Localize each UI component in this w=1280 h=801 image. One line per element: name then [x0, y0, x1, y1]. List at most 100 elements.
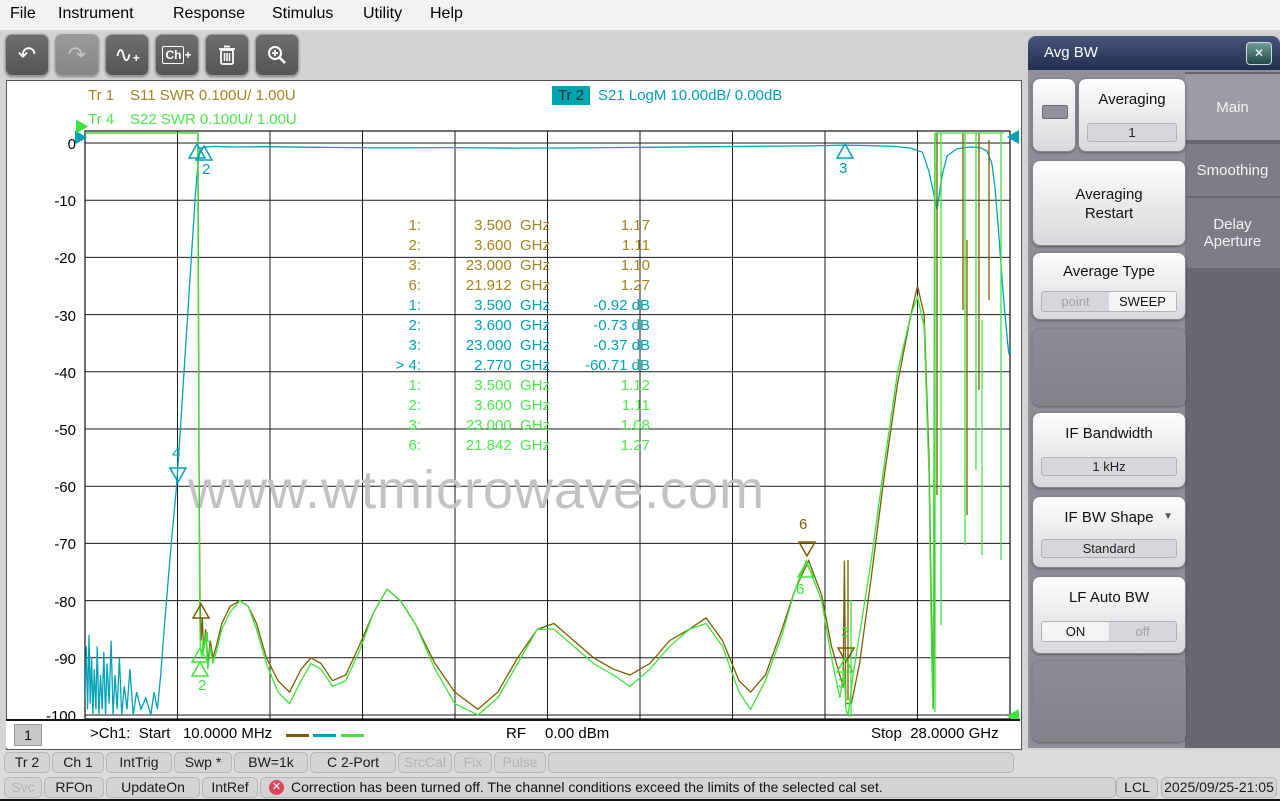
status-error-message: ✕ Correction has been turned off. The ch… [260, 777, 1116, 798]
channel-badge[interactable]: 1 [14, 724, 42, 746]
redo-icon: ↷ [67, 42, 87, 67]
averaging-restart-button[interactable]: Averaging Restart [1032, 160, 1186, 246]
status-channel[interactable]: Ch 1 [52, 752, 104, 773]
trace2-id-selected[interactable]: Tr 2 [552, 86, 590, 105]
menu-instrument[interactable]: Instrument [58, 5, 134, 23]
y-axis-label-0: 0 [67, 136, 76, 153]
panel-title: Avg BW [1044, 44, 1098, 61]
add-trace-icon: ∿+ [114, 42, 140, 67]
trace4-label: S22 SWR 0.100U/ 1.00U [130, 111, 297, 128]
add-channel-icon: Ch [162, 46, 185, 64]
lf-auto-bw-label: LF Auto BW [1068, 589, 1150, 606]
status-srccal[interactable]: SrcCal [398, 752, 452, 773]
trace1-label: S11 SWR 0.100U/ 1.00U [130, 87, 296, 104]
y-axis-label-40: -40 [54, 365, 76, 382]
status-spare [548, 752, 1014, 773]
status-svc[interactable]: Svc [4, 777, 42, 798]
status-ifbw[interactable]: BW=1k [234, 752, 308, 773]
averaging-label: Averaging [1098, 91, 1166, 108]
y-axis-label-10: -10 [54, 193, 76, 210]
trace1-id[interactable]: Tr 1 [88, 87, 114, 104]
channel-footer: 1 >Ch1: Start 10.0000 MHz RF 0.00 dBm St… [6, 719, 1020, 748]
tab-smoothing[interactable]: Smoothing [1185, 144, 1280, 196]
status-timestamp: 2025/09/25-21:05 [1161, 777, 1277, 798]
delete-trace-button[interactable] [205, 34, 249, 76]
status-lcl[interactable]: LCL [1116, 777, 1158, 798]
marker-readout-row-active: > 4: 2.770 GHz -60.71 dB [395, 357, 650, 374]
averaging-led-indicator [1042, 105, 1068, 119]
marker-readout-row: 1: 3.500 GHz 1.12 [408, 377, 650, 394]
add-trace-button[interactable]: ∿+ [105, 34, 149, 76]
status-intref[interactable]: IntRef [202, 777, 258, 798]
if-bandwidth-label: IF Bandwidth [1065, 425, 1153, 442]
y-axis-label-70: -70 [54, 536, 76, 553]
trace4-id[interactable]: Tr 4 [88, 111, 114, 128]
panel-tab-column: Main Smoothing Delay Aperture [1185, 72, 1280, 748]
menu-help[interactable]: Help [430, 5, 463, 23]
tab-delay-aperture[interactable]: Delay Aperture [1185, 198, 1280, 268]
status-updateon[interactable]: UpdateOn [106, 777, 200, 798]
panel-body: Main Smoothing Delay Aperture Averaging … [1028, 70, 1280, 748]
panel-title-bar[interactable]: Avg BW ✕ [1028, 36, 1280, 70]
marker-readout-row: 1: 3.500 GHz 1.17 [408, 217, 650, 234]
softkey-blank-2 [1032, 660, 1186, 742]
y-axis-label-60: -60 [54, 479, 76, 496]
add-channel-button[interactable]: Ch + [155, 34, 199, 76]
status-trigger[interactable]: IntTrig [106, 752, 172, 773]
menu-stimulus[interactable]: Stimulus [272, 5, 333, 23]
channel-start-info: >Ch1: Start 10.0000 MHz [90, 725, 273, 742]
averaging-value[interactable]: 1 [1087, 123, 1177, 142]
magnifier-plus-icon [268, 46, 286, 64]
marker-readout-row: 2: 3.600 GHz -0.73 dB [408, 317, 650, 334]
average-type-point[interactable]: point [1042, 292, 1109, 311]
averaging-button[interactable]: Averaging 1 [1078, 78, 1186, 152]
menu-response[interactable]: Response [173, 5, 245, 23]
average-type-segment[interactable]: point SWEEP [1041, 291, 1177, 312]
undo-button[interactable]: ↶ [5, 34, 49, 76]
chevron-down-icon: ▼ [1163, 511, 1173, 522]
softkey-blank-1 [1032, 328, 1186, 406]
error-icon: ✕ [269, 780, 284, 795]
average-type-label: Average Type [1062, 263, 1155, 280]
stop-frequency: Stop 28.0000 GHz [871, 725, 999, 742]
avg-bw-panel: Avg BW ✕ Main Smoothing Delay Aperture A… [1028, 36, 1280, 748]
trash-icon [219, 45, 235, 65]
lf-auto-bw-on[interactable]: ON [1042, 622, 1109, 641]
marker-readout-row: 6: 21.912 GHz 1.27 [408, 277, 650, 294]
y-axis-label-50: -50 [54, 422, 76, 439]
if-bandwidth-button[interactable]: IF Bandwidth 1 kHz [1032, 412, 1186, 488]
trace4-legend-dash [341, 734, 364, 737]
status-trace[interactable]: Tr 2 [4, 752, 50, 773]
tab-main[interactable]: Main [1185, 74, 1280, 140]
averaging-toggle-button[interactable] [1032, 78, 1076, 152]
if-bandwidth-value[interactable]: 1 kHz [1041, 457, 1177, 476]
menu-utility[interactable]: Utility [363, 5, 402, 23]
redo-button[interactable]: ↷ [55, 34, 99, 76]
rf-label: RF [506, 725, 526, 742]
vna-application-window: File Instrument Response Stimulus Utilit… [0, 0, 1280, 801]
if-bw-shape-value[interactable]: Standard [1041, 539, 1177, 558]
status-bar-1: Tr 2 Ch 1 IntTrig Swp * BW=1k C 2-Port S… [0, 750, 1280, 775]
close-icon[interactable]: ✕ [1246, 42, 1272, 65]
menu-file[interactable]: File [10, 5, 36, 23]
plot-window [6, 80, 1022, 750]
status-fix[interactable]: Fix [454, 752, 492, 773]
marker-readout-row: 6: 21.842 GHz 1.27 [408, 437, 650, 454]
lf-auto-bw-segment[interactable]: ON off [1041, 621, 1177, 642]
marker-readout-row: 3: 23.000 GHz 1.10 [408, 257, 650, 274]
trace1-legend-dash [286, 734, 309, 737]
if-bw-shape-button[interactable]: IF BW Shape ▼ Standard [1032, 496, 1186, 568]
average-type-sweep[interactable]: SWEEP [1109, 292, 1176, 311]
lf-auto-bw-off[interactable]: off [1109, 622, 1176, 641]
average-type-button[interactable]: Average Type point SWEEP [1032, 252, 1186, 320]
marker-readout-row: 2: 3.600 GHz 1.11 [408, 397, 650, 414]
y-axis-label-80: -80 [54, 594, 76, 611]
status-sweep[interactable]: Swp * [174, 752, 232, 773]
status-cal[interactable]: C 2-Port [310, 752, 396, 773]
zoom-button[interactable] [255, 34, 299, 76]
rf-value: 0.00 dBm [545, 725, 610, 742]
lf-auto-bw-button[interactable]: LF Auto BW ON off [1032, 576, 1186, 654]
status-pulse[interactable]: Pulse [494, 752, 546, 773]
status-rfon[interactable]: RFOn [44, 777, 104, 798]
undo-icon: ↶ [17, 42, 37, 67]
